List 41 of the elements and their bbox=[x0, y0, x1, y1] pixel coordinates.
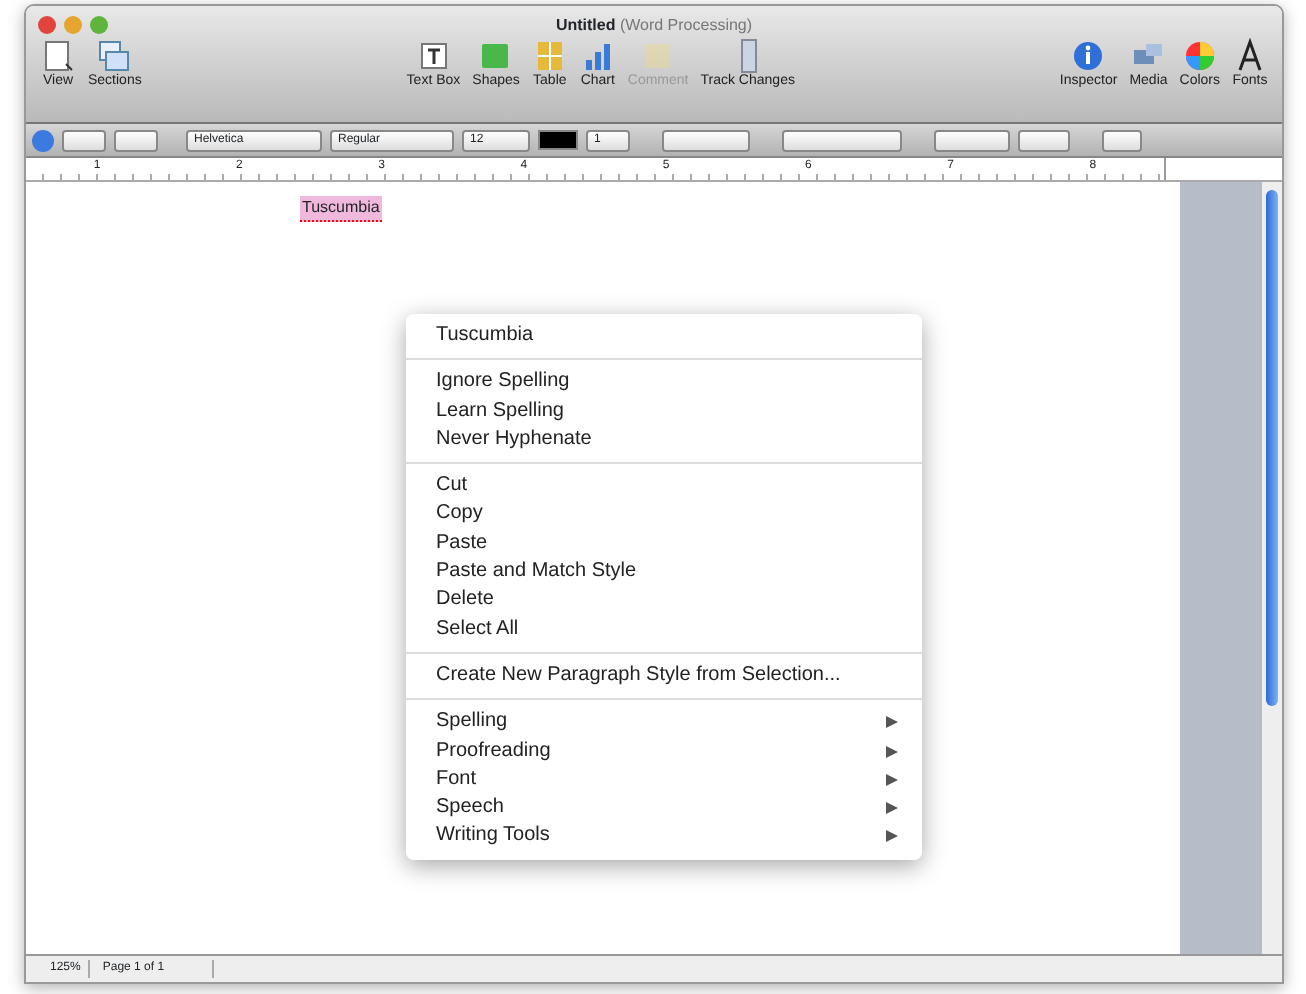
pages-icon bbox=[96, 38, 133, 74]
menu-item[interactable]: Cut bbox=[406, 472, 922, 501]
menu-item[interactable]: Font bbox=[406, 765, 922, 795]
submenu-arrow-icon bbox=[886, 830, 898, 843]
text-style-buttons[interactable] bbox=[662, 129, 750, 151]
zoom-button[interactable] bbox=[90, 16, 108, 34]
text-color-well[interactable] bbox=[538, 130, 578, 150]
menu-item[interactable]: Learn Spelling bbox=[406, 397, 922, 426]
menu-item[interactable]: Never Hyphenate bbox=[406, 425, 922, 455]
paragraph-popup[interactable] bbox=[114, 129, 158, 151]
color-wheel-icon bbox=[1181, 38, 1218, 74]
menu-item[interactable]: Tuscumbia bbox=[406, 322, 922, 351]
submenu-arrow-icon bbox=[886, 773, 898, 786]
list-popup[interactable] bbox=[1102, 129, 1142, 151]
scroll-thumb[interactable] bbox=[1266, 190, 1278, 706]
submenu-arrow-icon bbox=[886, 716, 898, 729]
scrollbar[interactable] bbox=[1262, 182, 1282, 954]
menu-item[interactable]: Copy bbox=[406, 500, 922, 530]
window-title: Untitled (Word Processing) bbox=[555, 16, 753, 34]
menu-item[interactable]: Create New Paragraph Style from Selection... bbox=[406, 661, 922, 691]
menu-item[interactable]: Delete bbox=[406, 586, 922, 616]
close-button[interactable] bbox=[38, 16, 56, 34]
menu-item[interactable]: Paste bbox=[406, 529, 922, 559]
menu-item[interactable]: Select All bbox=[406, 615, 922, 644]
menu-item[interactable]: Proofreading bbox=[406, 737, 922, 766]
text-box-icon bbox=[415, 38, 452, 74]
menu-item[interactable]: Spelling bbox=[406, 708, 922, 738]
info-icon bbox=[1070, 38, 1107, 74]
menu-item[interactable]: Ignore Spelling bbox=[406, 368, 922, 398]
page-icon bbox=[40, 38, 76, 74]
line-spacing-popup[interactable] bbox=[934, 129, 1010, 151]
selected-word[interactable]: Tuscumbia bbox=[300, 196, 382, 222]
styles-button[interactable] bbox=[32, 129, 54, 151]
submenu-arrow-icon bbox=[886, 802, 898, 815]
menu-item[interactable]: Paste and Match Style bbox=[406, 558, 922, 587]
menu-item[interactable]: Writing Tools bbox=[406, 822, 922, 852]
alignment-buttons[interactable] bbox=[782, 129, 902, 151]
list-style-popup[interactable] bbox=[62, 129, 106, 151]
submenu-arrow-icon bbox=[886, 745, 898, 758]
columns-popup[interactable] bbox=[1018, 129, 1070, 151]
menu-item[interactable]: Speech bbox=[406, 794, 922, 823]
